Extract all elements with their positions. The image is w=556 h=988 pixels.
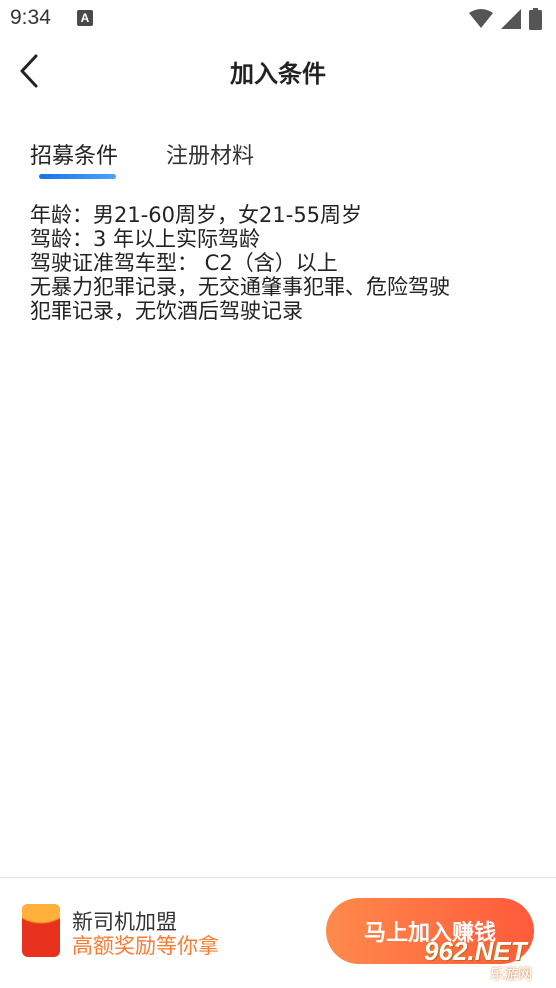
tab-registration-materials[interactable]: 注册材料: [166, 138, 254, 170]
watermark-sub: 乐游网: [490, 967, 532, 983]
condition-license-type: 驾驶证准驾车型： C2（含）以上: [30, 251, 338, 275]
navbar: 加入条件: [0, 38, 556, 104]
a-notification-icon: A: [77, 10, 93, 26]
status-time: 9:34: [10, 6, 51, 29]
signal-icon: [501, 9, 521, 29]
condition-criminal-record: 无暴力犯罪记录，无交通肇事犯罪、危险驾驶: [30, 275, 450, 299]
red-envelope-icon: [22, 904, 60, 957]
page-title: 加入条件: [230, 60, 326, 88]
condition-driving-experience: 驾龄：3 年以上实际驾龄: [30, 227, 261, 251]
status-icons: [469, 8, 542, 30]
active-tab-indicator: [39, 174, 116, 179]
watermark-logo: 962.NET 乐游网: [414, 936, 554, 986]
conditions-content: 年龄：男21-60周岁，女21-55周岁 驾龄：3 年以上实际驾龄 驾驶证准驾车…: [30, 203, 530, 323]
battery-icon: [529, 8, 542, 30]
promo-subtitle: 高额奖励等你拿: [72, 934, 219, 958]
condition-age: 年龄：男21-60周岁，女21-55周岁: [30, 203, 363, 227]
tab-bar: 招募条件 注册材料: [0, 130, 556, 186]
condition-criminal-record-cont: 犯罪记录，无饮酒后驾驶记录: [30, 299, 303, 323]
tab-recruitment-conditions[interactable]: 招募条件: [30, 138, 118, 170]
wifi-icon: [469, 9, 493, 28]
watermark-main: 962.NET: [424, 936, 527, 966]
status-bar: 9:34 A: [0, 0, 556, 38]
